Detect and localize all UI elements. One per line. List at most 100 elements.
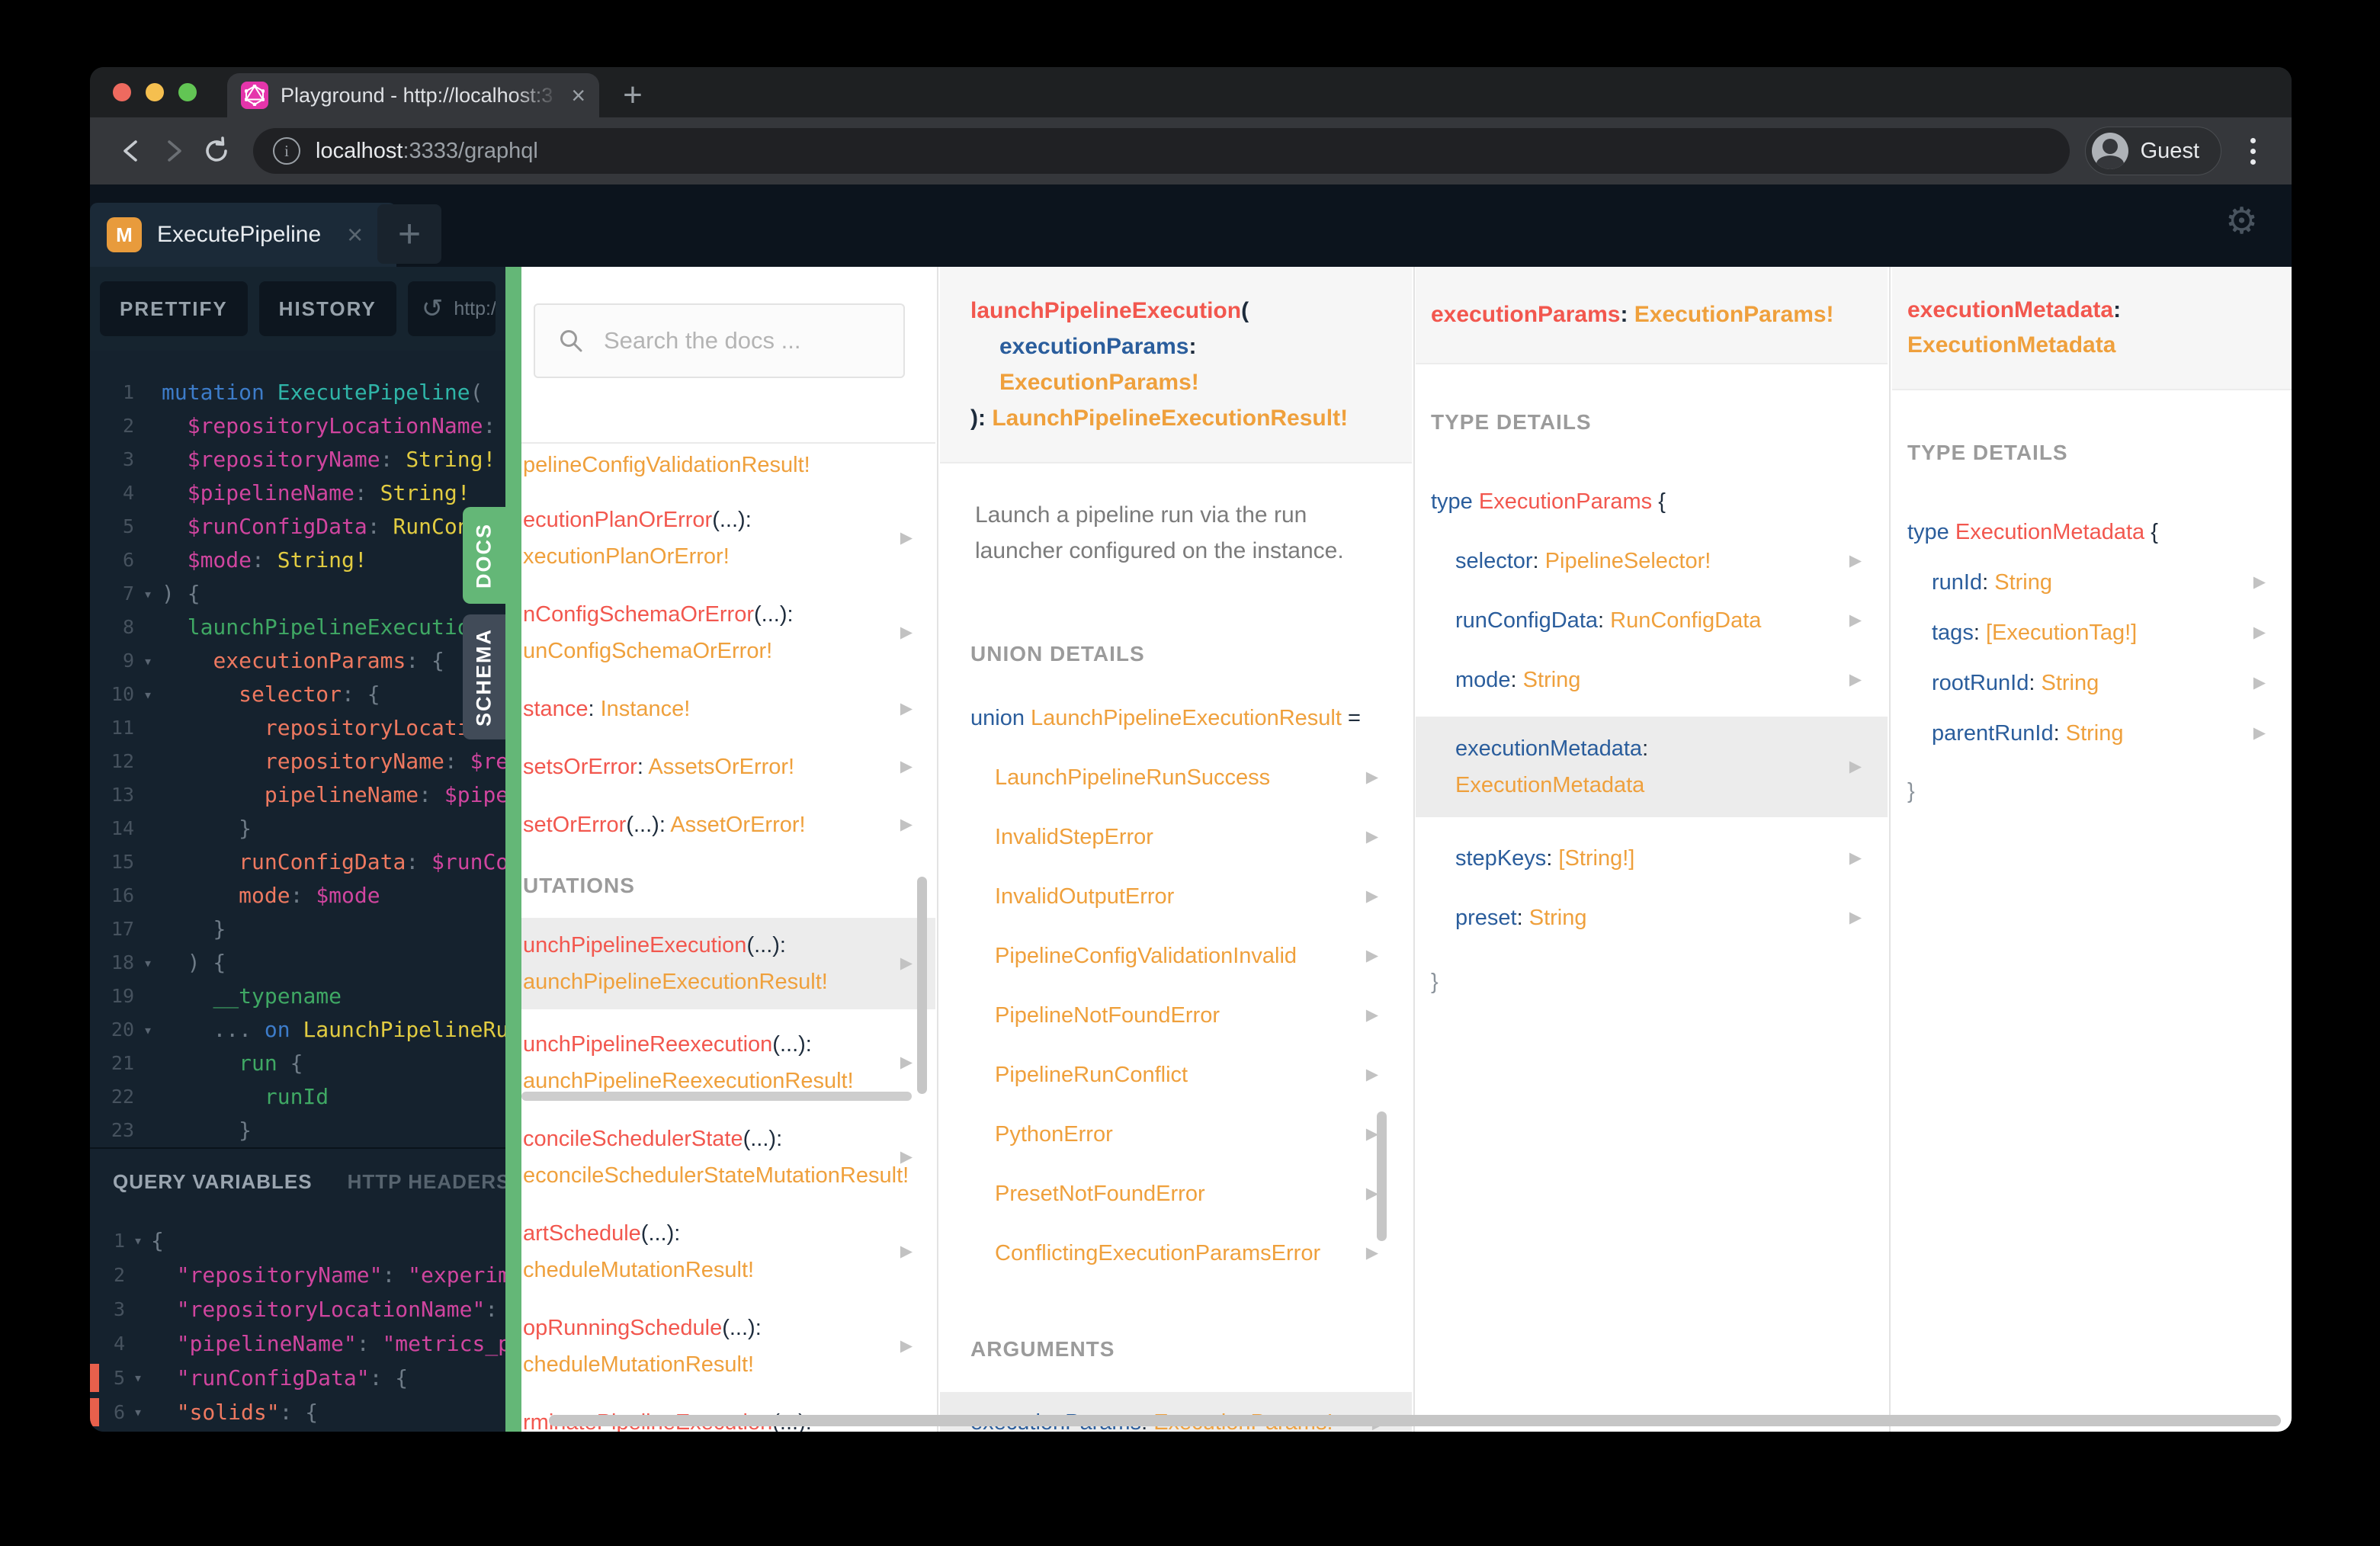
fold-caret-icon[interactable]: ▾	[125, 1395, 151, 1429]
reload-icon[interactable]	[195, 130, 238, 172]
docs-horizontal-scrollbar[interactable]	[549, 1415, 2281, 1426]
doc-row[interactable]: concileSchedulerState(...): econcileSched…	[521, 1116, 935, 1198]
col1-horizontal-scrollbar[interactable]	[521, 1092, 912, 1101]
browser-tab[interactable]: Playground - http://localhost:3 ×	[227, 73, 599, 117]
union-member-row[interactable]: InvalidOutputError ▶	[940, 878, 1412, 915]
playground-tab-executepipeline[interactable]: M ExecutePipeline ×	[90, 203, 396, 267]
docs-column-executionmetadata: executionMetadata: ExecutionMetadata TYPE …	[1892, 267, 2292, 1432]
doc-row[interactable]: opRunningSchedule(...): cheduleMutationRe…	[521, 1305, 935, 1387]
docs-side-tab[interactable]: DOCS	[463, 507, 505, 604]
code-token: :	[406, 648, 419, 673]
docs-panel-edge[interactable]	[505, 267, 521, 1432]
settings-gear-icon[interactable]: ⚙	[2225, 200, 2258, 242]
maximize-window-button[interactable]	[178, 83, 197, 101]
endpoint-reload-icon[interactable]: ↺	[422, 293, 444, 324]
type-field-row[interactable]: rootRunId: String ▶	[1892, 665, 2292, 701]
doc-row-line: nConfigSchemaOrError(...):	[523, 602, 794, 627]
doc-row[interactable]: ecutionPlanOrError(...): xecutionPlanOrEr…	[521, 497, 935, 579]
doc-description: Launch a pipeline run via the run launch…	[975, 502, 1344, 563]
new-playground-tab-button[interactable]: +	[377, 204, 441, 264]
playground-tab-title: ExecutePipeline	[157, 222, 322, 247]
fold-caret-icon[interactable]: ▾	[125, 1224, 151, 1258]
col2-vertical-scrollbar[interactable]	[1377, 1111, 1387, 1241]
url-bar[interactable]: i localhost:3333/graphql	[253, 128, 2070, 174]
code-token: :	[382, 1262, 409, 1288]
union-member-row[interactable]: PythonError ▶	[940, 1116, 1412, 1153]
type-field-row[interactable]: runConfigData: RunConfigData ▶	[1416, 602, 1888, 639]
variables-line: 2 "repositoryName": "experimental	[90, 1258, 505, 1292]
tab-http-headers[interactable]: HTTP HEADERS	[348, 1170, 505, 1194]
doc-row[interactable]: artSchedule(...): cheduleMutationResult! ▶	[521, 1211, 935, 1293]
minimize-window-button[interactable]	[146, 83, 164, 101]
type-field-row[interactable]: tags: [ExecutionTag!] ▶	[1892, 614, 2292, 651]
type-field-row[interactable]: executionMetadata: ExecutionMetadata ▶	[1416, 717, 1888, 817]
fold-caret-icon[interactable]: ▾	[134, 577, 162, 611]
union-member-row[interactable]: InvalidStepError ▶	[940, 819, 1412, 855]
code-token: LaunchPipelineExecutionResult	[1031, 706, 1342, 730]
gutter-spacer	[125, 1292, 151, 1326]
type-field-row[interactable]: parentRunId: String ▶	[1892, 715, 2292, 752]
query-editor[interactable]: 1 mutation ExecutePipeline(2 $repositoryL…	[90, 376, 505, 1147]
fold-caret-icon[interactable]: ▾	[125, 1429, 151, 1432]
union-member-row[interactable]: ConflictingExecutionParamsError ▶	[940, 1235, 1412, 1272]
code-text: $mode: String!	[162, 544, 367, 577]
union-member-row[interactable]: LaunchPipelineRunSuccess ▶	[940, 759, 1412, 796]
back-icon[interactable]	[110, 130, 152, 172]
union-member-row[interactable]: PipelineRunConflict ▶	[940, 1057, 1412, 1093]
code-token: :	[1188, 334, 1197, 359]
schema-side-tab[interactable]: SCHEMA	[463, 614, 505, 739]
forward-icon[interactable]	[152, 130, 195, 172]
col1-vertical-scrollbar[interactable]	[917, 877, 927, 1094]
doc-row[interactable]: nConfigSchemaOrError(...): unConfigSchema…	[521, 592, 935, 674]
code-token: =	[1341, 706, 1361, 730]
site-info-icon[interactable]: i	[273, 137, 300, 165]
fold-caret-icon[interactable]: ▾	[134, 678, 162, 711]
profile-button[interactable]: Guest	[2084, 127, 2221, 175]
fold-caret-icon[interactable]: ▾	[134, 1013, 162, 1047]
fold-caret-icon[interactable]: ▾	[125, 1361, 151, 1395]
type-field-row[interactable]: stepKeys: [String!] ▶	[1416, 840, 1888, 877]
browser-menu-icon[interactable]	[2234, 137, 2272, 165]
tab-query-variables[interactable]: QUERY VARIABLES	[113, 1170, 313, 1194]
tab-close-icon[interactable]: ×	[571, 83, 585, 107]
chevron-right-icon: ▶	[900, 954, 913, 972]
docs-search-input[interactable]: Search the docs ...	[534, 303, 905, 378]
union-member-row[interactable]: PipelineConfigValidationInvalid ▶	[940, 938, 1412, 974]
prettify-button[interactable]: PRETTIFY	[100, 281, 248, 336]
docs-explorer: DOCS SCHEMA Search the docs ... pelineCo…	[463, 267, 2292, 1432]
fold-caret-icon[interactable]: ▾	[134, 644, 162, 678]
code-token: runConfigData	[239, 849, 406, 874]
doc-row[interactable]: setsOrError: AssetsOrError! ▶	[521, 744, 935, 790]
variables-line: 5 ▾ "runConfigData": {	[90, 1361, 505, 1395]
code-text: $runConfigData: RunConfigData	[162, 510, 505, 544]
code-token: {	[290, 1050, 303, 1076]
variables-editor[interactable]: 1▾{2 "repositoryName": "experimental3 "r…	[90, 1224, 505, 1432]
doc-section-header: UTATIONS	[523, 874, 635, 897]
doc-row[interactable]: setOrError(...): AssetOrError! ▶	[521, 802, 935, 848]
type-field-row[interactable]: runId: String ▶	[1892, 564, 2292, 601]
error-marker	[90, 1364, 99, 1392]
playground-tab-close-icon[interactable]: ×	[347, 219, 363, 251]
code-token: (...):	[626, 813, 671, 837]
doc-row-partial[interactable]: pelineConfigValidationResult!	[521, 453, 935, 485]
doc-row[interactable]: stance: Instance! ▶	[521, 686, 935, 732]
code-token: selector	[239, 682, 342, 707]
union-member-row[interactable]: PresetNotFoundError ▶	[940, 1176, 1412, 1212]
search-placeholder: Search the docs ...	[604, 327, 801, 354]
doc-row-line: opRunningSchedule(...):	[523, 1316, 762, 1340]
close-window-button[interactable]	[113, 83, 131, 101]
doc-row[interactable]: unchPipelineExecution(...): aunchPipeline…	[521, 918, 935, 1009]
fold-caret-icon[interactable]: ▾	[134, 946, 162, 980]
type-field-row[interactable]: selector: PipelineSelector! ▶	[1416, 543, 1888, 579]
code-token: launchPipelineExecution	[970, 298, 1242, 323]
history-button[interactable]: HISTORY	[258, 281, 396, 336]
code-token: $mode	[316, 883, 380, 908]
code-token: setsOrError	[523, 755, 637, 779]
union-member-row[interactable]: PipelineNotFoundError ▶	[940, 997, 1412, 1034]
code-token: econcileSchedulerStateMutationResult!	[523, 1163, 909, 1188]
new-tab-button[interactable]: +	[610, 73, 656, 117]
endpoint-input[interactable]: ↺ http://loc	[407, 281, 496, 336]
type-field-row[interactable]: preset: String ▶	[1416, 900, 1888, 936]
type-field-row[interactable]: mode: String ▶	[1416, 662, 1888, 698]
